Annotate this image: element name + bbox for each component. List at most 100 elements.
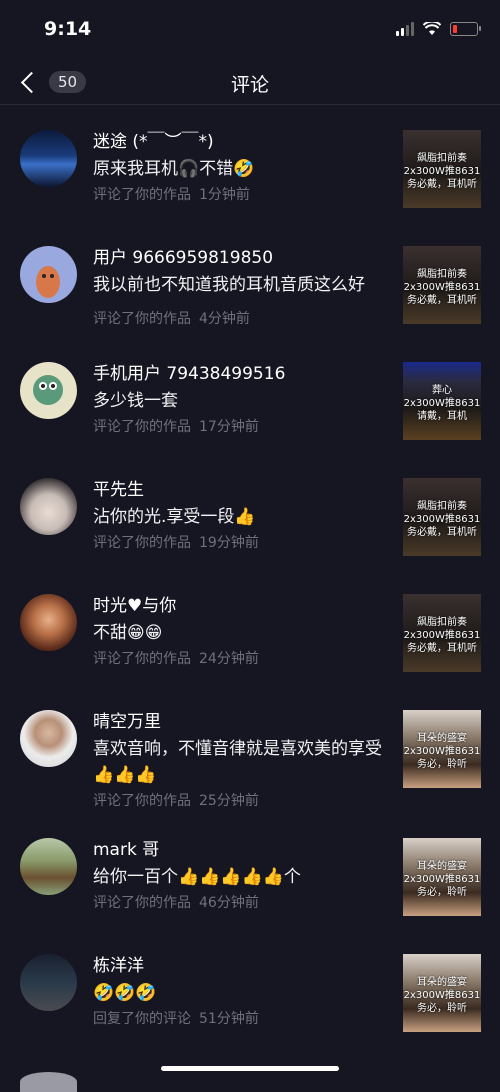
status-time: 9:14 [44, 18, 92, 40]
action-text: 评论了你的作品 [93, 311, 191, 327]
comment-item[interactable]: mark 哥 给你一百个👍👍👍👍👍个 评论了你的作品 46分钟前 耳朵的盛宴 2x… [0, 826, 500, 942]
comment-text: 🤣🤣🤣 [93, 983, 157, 1003]
action-text: 评论了你的作品 [93, 895, 191, 911]
comment-item[interactable]: 平先生 沾你的光.享受一段👍 评论了你的作品 19分钟前 飙脂扣前奏 2x300W… [0, 466, 500, 582]
comment-meta: 评论了你的作品 1分钟前 [93, 186, 393, 204]
username[interactable]: 时光♥与你 [93, 594, 393, 618]
avatar[interactable] [20, 130, 77, 187]
cartoon-avatar-icon [33, 375, 63, 405]
comment-meta: 评论了你的作品 17分钟前 [93, 418, 393, 436]
video-thumbnail[interactable]: 葬心 2x300W推8631 请戴，耳机 [403, 362, 481, 440]
next-avatar-partial [20, 1072, 77, 1092]
thumb-line: 耳朵的盛宴 [417, 977, 467, 988]
thumbnail-caption: 飙脂扣前奏 2x300W推8631 务必戴，耳机听 [403, 152, 481, 191]
video-thumbnail[interactable]: 飙脂扣前奏 2x300W推8631 务必戴，耳机听 [403, 246, 481, 324]
action-text: 评论了你的作品 [93, 535, 191, 551]
action-text: 评论了你的作品 [93, 187, 191, 203]
username[interactable]: 平先生 [93, 478, 393, 502]
timestamp: 1分钟前 [199, 187, 250, 203]
thumbnail-caption: 葬心 2x300W推8631 请戴，耳机 [403, 384, 481, 423]
comment-item[interactable]: 晴空万里 喜欢音响，不懂音律就是喜欢美的享受👍👍👍 评论了你的作品 25分钟前 耳… [0, 698, 500, 826]
username[interactable]: mark 哥 [93, 838, 393, 862]
username[interactable]: 迷途 (*￣︶￣*) [93, 130, 393, 154]
video-thumbnail[interactable]: 耳朵的盛宴 2x300W推8631 务必，聆听 [403, 838, 481, 916]
wifi-icon [423, 22, 441, 35]
thumb-line: 2x300W推8631 [403, 874, 481, 885]
thumb-line: 务必，聆听 [417, 1003, 467, 1014]
status-icons [396, 22, 481, 36]
comment-meta: 评论了你的作品 25分钟前 [93, 792, 393, 810]
thumbnail-caption: 耳朵的盛宴 2x300W推8631 务必，聆听 [403, 860, 481, 899]
thumb-line: 务必戴，耳机听 [407, 527, 477, 538]
comment-text: 原来我耳机🎧不错🤣 [93, 159, 255, 179]
action-text: 评论了你的作品 [93, 419, 191, 435]
username[interactable]: 晴空万里 [93, 710, 393, 734]
comment-item[interactable]: 手机用户 79438499516 多少钱一套 评论了你的作品 17分钟前 葬心 2… [0, 350, 500, 466]
nav-bar: 50 评论 [0, 60, 500, 105]
comment-item[interactable]: 用户 9666959819850 我以前也不知道我的耳机音质这么好 评论了你的作… [0, 234, 500, 350]
username[interactable]: 用户 9666959819850 [93, 246, 393, 270]
avatar[interactable] [20, 710, 77, 767]
comment-meta: 评论了你的作品 4分钟前 [93, 310, 393, 328]
avatar[interactable] [20, 362, 77, 419]
thumb-line: 请戴，耳机 [417, 411, 467, 422]
thumb-line: 务必，聆听 [417, 887, 467, 898]
action-text: 评论了你的作品 [93, 793, 191, 809]
status-bar: 9:14 [0, 0, 500, 60]
comment-text: 沾你的光.享受一段👍 [93, 507, 256, 527]
thumbnail-caption: 耳朵的盛宴 2x300W推8631 务必，聆听 [403, 976, 481, 1015]
comment-item[interactable]: 栋洋洋 🤣🤣🤣 回复了你的评论 51分钟前 耳朵的盛宴 2x300W推8631 务… [0, 942, 500, 1058]
thumb-line: 2x300W推8631 [403, 990, 481, 1001]
battery-icon [450, 22, 481, 36]
avatar[interactable] [20, 246, 77, 303]
comment-text: 我以前也不知道我的耳机音质这么好 [93, 275, 365, 295]
username[interactable]: 手机用户 79438499516 [93, 362, 393, 386]
home-indicator[interactable] [161, 1066, 339, 1071]
thumb-line: 务必戴，耳机听 [407, 295, 477, 306]
thumb-line: 2x300W推8631 [403, 398, 481, 409]
timestamp: 51分钟前 [199, 1011, 259, 1027]
comment-text: 喜欢音响，不懂音律就是喜欢美的享受👍👍👍 [93, 739, 382, 785]
cellular-signal-icon [396, 22, 414, 36]
username[interactable]: 栋洋洋 [93, 954, 393, 978]
action-text: 评论了你的作品 [93, 651, 191, 667]
avatar[interactable] [20, 478, 77, 535]
thumb-line: 耳朵的盛宴 [417, 861, 467, 872]
thumbnail-caption: 耳朵的盛宴 2x300W推8631 务必，聆听 [403, 732, 481, 771]
action-text: 回复了你的评论 [93, 1011, 191, 1027]
comment-text: 给你一百个👍👍👍👍👍个 [93, 867, 301, 887]
timestamp: 19分钟前 [199, 535, 259, 551]
comment-meta: 评论了你的作品 46分钟前 [93, 894, 393, 912]
video-thumbnail[interactable]: 飙脂扣前奏 2x300W推8631 务必戴，耳机听 [403, 594, 481, 672]
avatar[interactable] [20, 594, 77, 651]
thumb-line: 务必，聆听 [417, 759, 467, 770]
comment-meta: 评论了你的作品 24分钟前 [93, 650, 393, 668]
avatar[interactable] [20, 838, 77, 895]
thumbnail-caption: 飙脂扣前奏 2x300W推8631 务必戴，耳机听 [403, 616, 481, 655]
thumb-line: 飙脂扣前奏 [417, 269, 467, 280]
thumb-line: 务必戴，耳机听 [407, 643, 477, 654]
comment-item[interactable]: 迷途 (*￣︶￣*) 原来我耳机🎧不错🤣 评论了你的作品 1分钟前 飙脂扣前奏 2… [0, 118, 500, 234]
thumb-line: 2x300W推8631 [403, 166, 481, 177]
thumb-line: 飙脂扣前奏 [417, 617, 467, 628]
avatar[interactable] [20, 954, 77, 1011]
timestamp: 25分钟前 [199, 793, 259, 809]
page-title: 评论 [230, 74, 269, 96]
video-thumbnail[interactable]: 耳朵的盛宴 2x300W推8631 务必，聆听 [403, 954, 481, 1032]
video-thumbnail[interactable]: 耳朵的盛宴 2x300W推8631 务必，聆听 [403, 710, 481, 788]
thumb-line: 飙脂扣前奏 [417, 501, 467, 512]
thumb-line: 2x300W推8631 [403, 514, 481, 525]
video-thumbnail[interactable]: 飙脂扣前奏 2x300W推8631 务必戴，耳机听 [403, 478, 481, 556]
comment-meta: 评论了你的作品 19分钟前 [93, 534, 393, 552]
thumbnail-caption: 飙脂扣前奏 2x300W推8631 务必戴，耳机听 [403, 500, 481, 539]
comment-meta: 回复了你的评论 51分钟前 [93, 1010, 393, 1028]
comment-text: 多少钱一套 [93, 391, 178, 411]
thumb-line: 耳朵的盛宴 [417, 733, 467, 744]
thumbnail-caption: 飙脂扣前奏 2x300W推8631 务必戴，耳机听 [403, 268, 481, 307]
cartoon-avatar-icon [36, 266, 60, 298]
timestamp: 17分钟前 [199, 419, 259, 435]
thumb-line: 2x300W推8631 [403, 282, 481, 293]
video-thumbnail[interactable]: 飙脂扣前奏 2x300W推8631 务必戴，耳机听 [403, 130, 481, 208]
comment-text: 不甜😁😁 [93, 623, 163, 643]
comment-item[interactable]: 时光♥与你 不甜😁😁 评论了你的作品 24分钟前 飙脂扣前奏 2x300W推863… [0, 582, 500, 698]
